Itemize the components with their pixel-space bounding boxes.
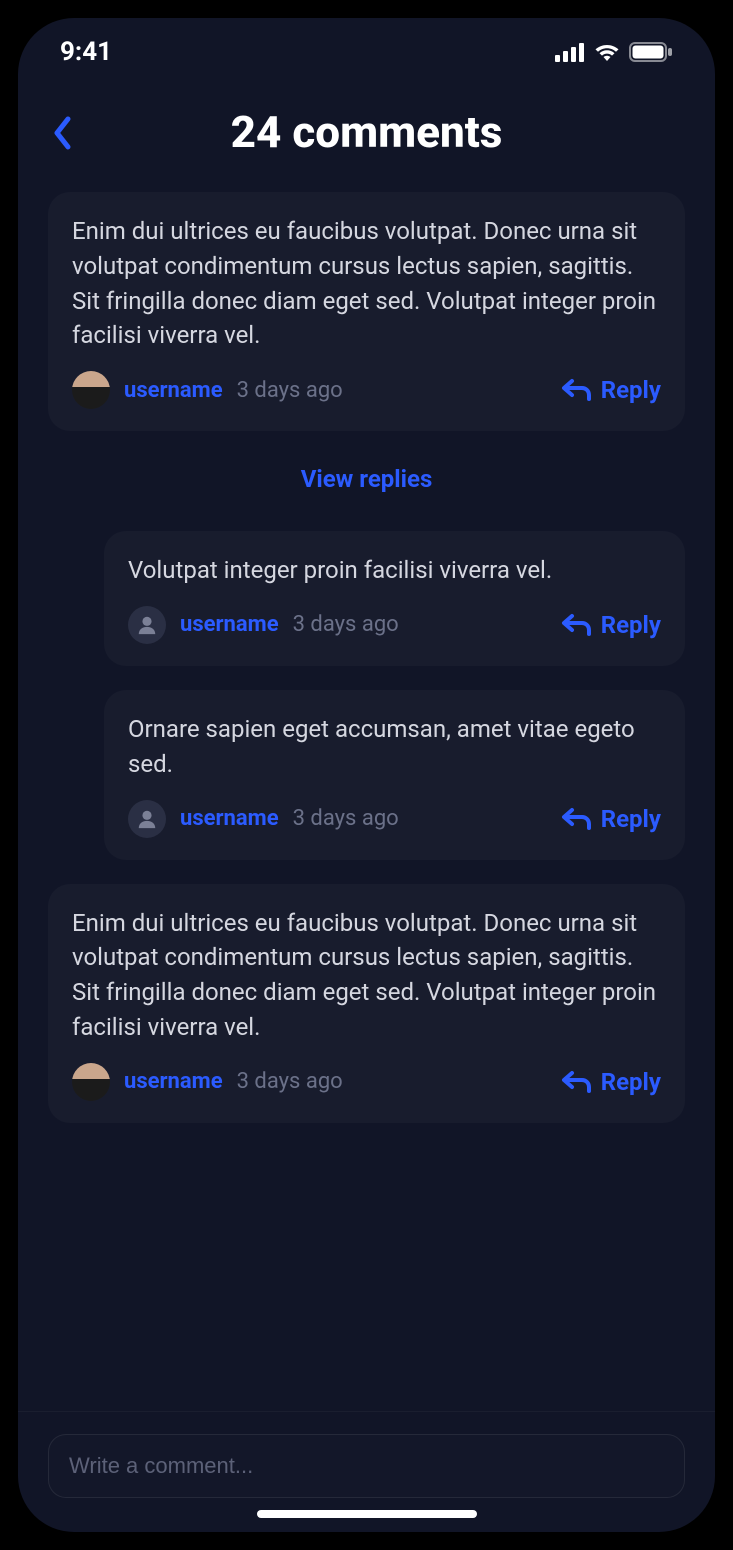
reply-arrow-icon <box>561 378 591 402</box>
reply-button[interactable]: Reply <box>561 805 661 833</box>
comment-body: Ornare sapien eget accumsan, amet vitae … <box>128 712 661 782</box>
reply-arrow-icon <box>561 807 591 831</box>
status-bar: 9:41 <box>18 18 715 78</box>
comment-author[interactable]: username <box>180 612 279 637</box>
chevron-left-icon <box>52 116 72 150</box>
comment-card: Enim dui ultrices eu faucibus volutpat. … <box>48 884 685 1123</box>
avatar[interactable] <box>72 1063 110 1101</box>
avatar[interactable] <box>128 800 166 838</box>
user-icon <box>136 808 158 830</box>
home-indicator[interactable] <box>257 1510 477 1518</box>
comment-input[interactable] <box>48 1434 685 1498</box>
user-icon <box>136 614 158 636</box>
comment-body: Enim dui ultrices eu faucibus volutpat. … <box>72 214 661 353</box>
comment-timestamp: 3 days ago <box>293 612 399 637</box>
reply-label: Reply <box>601 376 661 404</box>
reply-button[interactable]: Reply <box>561 611 661 639</box>
reply-label: Reply <box>601 611 661 639</box>
reply-arrow-icon <box>561 613 591 637</box>
wifi-icon <box>593 42 621 62</box>
reply-label: Reply <box>601 1068 661 1096</box>
comment-timestamp: 3 days ago <box>237 1069 343 1094</box>
view-replies-button[interactable]: View replies <box>48 455 685 507</box>
reply-button[interactable]: Reply <box>561 1068 661 1096</box>
reply-label: Reply <box>601 805 661 833</box>
header: 24 comments <box>18 78 715 192</box>
comment-author[interactable]: username <box>124 378 223 403</box>
reply-card: Ornare sapien eget accumsan, amet vitae … <box>104 690 685 860</box>
comment-author[interactable]: username <box>124 1069 223 1094</box>
status-time: 9:41 <box>60 37 112 67</box>
page-title: 24 comments <box>231 106 503 158</box>
comment-card: Enim dui ultrices eu faucibus volutpat. … <box>48 192 685 431</box>
comment-author[interactable]: username <box>180 806 279 831</box>
reply-button[interactable]: Reply <box>561 376 661 404</box>
reply-arrow-icon <box>561 1070 591 1094</box>
comment-timestamp: 3 days ago <box>237 378 343 403</box>
battery-icon <box>629 42 673 62</box>
comment-body: Volutpat integer proin facilisi viverra … <box>128 553 661 588</box>
comment-body: Enim dui ultrices eu faucibus volutpat. … <box>72 906 661 1045</box>
comment-timestamp: 3 days ago <box>293 806 399 831</box>
reply-card: Volutpat integer proin facilisi viverra … <box>104 531 685 666</box>
avatar[interactable] <box>72 371 110 409</box>
avatar[interactable] <box>128 606 166 644</box>
cell-signal-icon <box>555 42 585 62</box>
status-indicators <box>555 42 673 62</box>
back-button[interactable] <box>52 116 72 150</box>
